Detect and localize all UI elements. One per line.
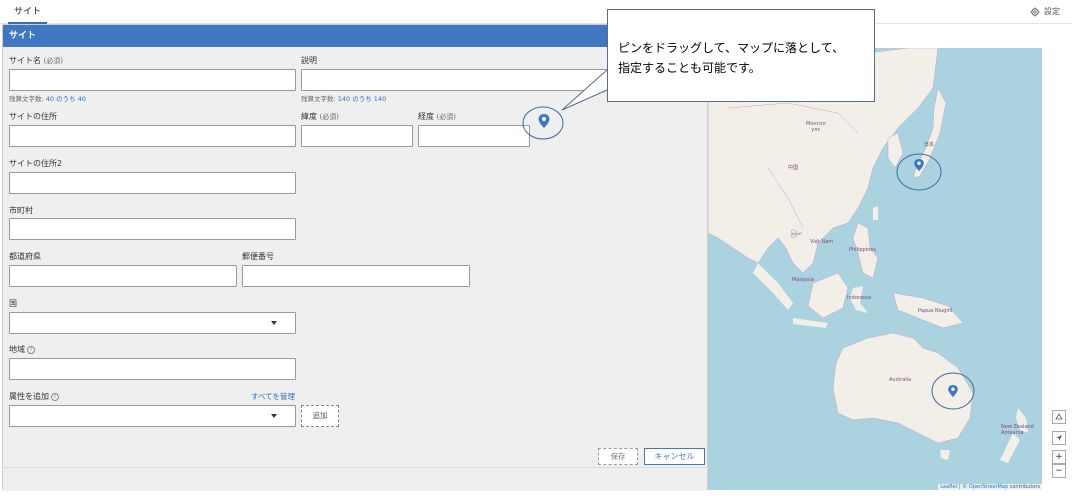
leaflet-link[interactable]: Leaflet (940, 484, 957, 490)
gear-icon (1030, 7, 1040, 16)
layers-icon[interactable] (1052, 410, 1066, 424)
site-name-hint: 残算文字数: 40 のうち 40 (9, 95, 86, 103)
map-pin-icon[interactable] (947, 384, 959, 398)
map-pin-icon[interactable] (913, 158, 925, 172)
callout-box: ピンをドラッグして、マップに落として、 指定することも可能です。 (607, 9, 875, 102)
latitude-label: 緯度 (必須) (301, 112, 340, 121)
map-view[interactable]: Монгол улс 中国 日本 မြန်မာ Việt Nam Philipp… (708, 48, 1042, 490)
prefecture-input[interactable] (9, 265, 237, 287)
cancel-button[interactable]: キャンセル (644, 448, 705, 465)
map-label-mongolia: Монгол улс (806, 121, 826, 133)
longitude-input[interactable] (418, 125, 530, 147)
latitude-input[interactable] (301, 125, 413, 147)
site-dialog: サイト サイト名 (必須) 残算文字数: 40 のうち 40 説明 残算文字数:… (2, 24, 708, 491)
city-input[interactable] (9, 218, 296, 240)
address2-label: サイトの住所2 (9, 159, 63, 168)
address2-input[interactable] (9, 172, 296, 194)
map-label-china: 中国 (788, 165, 799, 171)
map-attribution: Leaflet | © OpenStreetMap contributors (938, 484, 1042, 490)
longitude-label: 経度 (必須) (418, 112, 457, 121)
prefecture-label: 都道府県 (9, 252, 41, 261)
help-icon[interactable]: ? (51, 392, 59, 401)
map-land (708, 48, 1028, 463)
dialog-title: サイト (3, 25, 707, 47)
zoom-in-button[interactable]: + (1052, 450, 1066, 464)
site-name-input[interactable] (9, 69, 296, 91)
settings-button[interactable]: 設定 (1030, 6, 1060, 17)
chevron-down-icon (271, 321, 277, 325)
zoom-out-button[interactable]: − (1052, 464, 1066, 478)
locate-icon[interactable] (1052, 431, 1066, 445)
map-label-vietnam: Việt Nam (810, 239, 834, 245)
map-label-philippines: Philippines (849, 247, 876, 253)
country-label: 国 (9, 299, 17, 308)
region-input[interactable] (9, 358, 296, 380)
callout-text: ピンをドラッグして、マップに落として、 指定することも可能です。 (618, 41, 845, 75)
address-label: サイトの住所 (9, 112, 57, 121)
app-root: サイト 設定 サイト サイト名 (必須) 残算文字数: 40 のうち 40 説明… (0, 0, 1072, 496)
attributes-label: 属性を追加? (9, 391, 59, 402)
help-icon[interactable]: ? (27, 345, 35, 354)
map-label-malaysia: Malaysia (792, 277, 814, 283)
manage-all-link[interactable]: すべてを管理 (251, 391, 295, 402)
site-name-label: サイト名 (必須) (9, 56, 64, 65)
top-tab-strip: サイト 設定 (0, 0, 1072, 24)
region-label: 地域? (9, 344, 35, 355)
map-label-japan: 日本 (924, 142, 935, 148)
city-label: 市町村 (9, 206, 33, 215)
map-label-papua: Papua Niugini (918, 308, 953, 314)
settings-label: 設定 (1044, 7, 1060, 16)
postal-label: 郵便番号 (242, 252, 274, 261)
description-input[interactable] (301, 69, 611, 91)
address-input[interactable] (9, 125, 296, 147)
map-label-indonesia: Indonesia (847, 295, 872, 301)
attributes-select[interactable] (9, 405, 296, 427)
map-label-newzealand: New Zealand Aotearoa (1001, 424, 1034, 436)
dialog-footer (3, 467, 707, 491)
tab-site[interactable]: サイト (8, 4, 48, 24)
osm-link[interactable]: OpenStreetMap (969, 484, 1008, 490)
save-button[interactable]: 保存 (598, 448, 638, 465)
postal-input[interactable] (242, 265, 470, 287)
add-attribute-button[interactable]: 追加 (301, 405, 339, 427)
map-label-myanmar: မြန်မာ (791, 231, 803, 237)
map-pin-icon[interactable] (537, 113, 551, 129)
country-select[interactable] (9, 312, 296, 334)
map-label-australia: Australia (889, 377, 912, 383)
description-label: 説明 (301, 56, 317, 65)
chevron-down-icon (271, 414, 277, 418)
description-hint: 残算文字数: 140 のうち 140 (301, 95, 387, 103)
